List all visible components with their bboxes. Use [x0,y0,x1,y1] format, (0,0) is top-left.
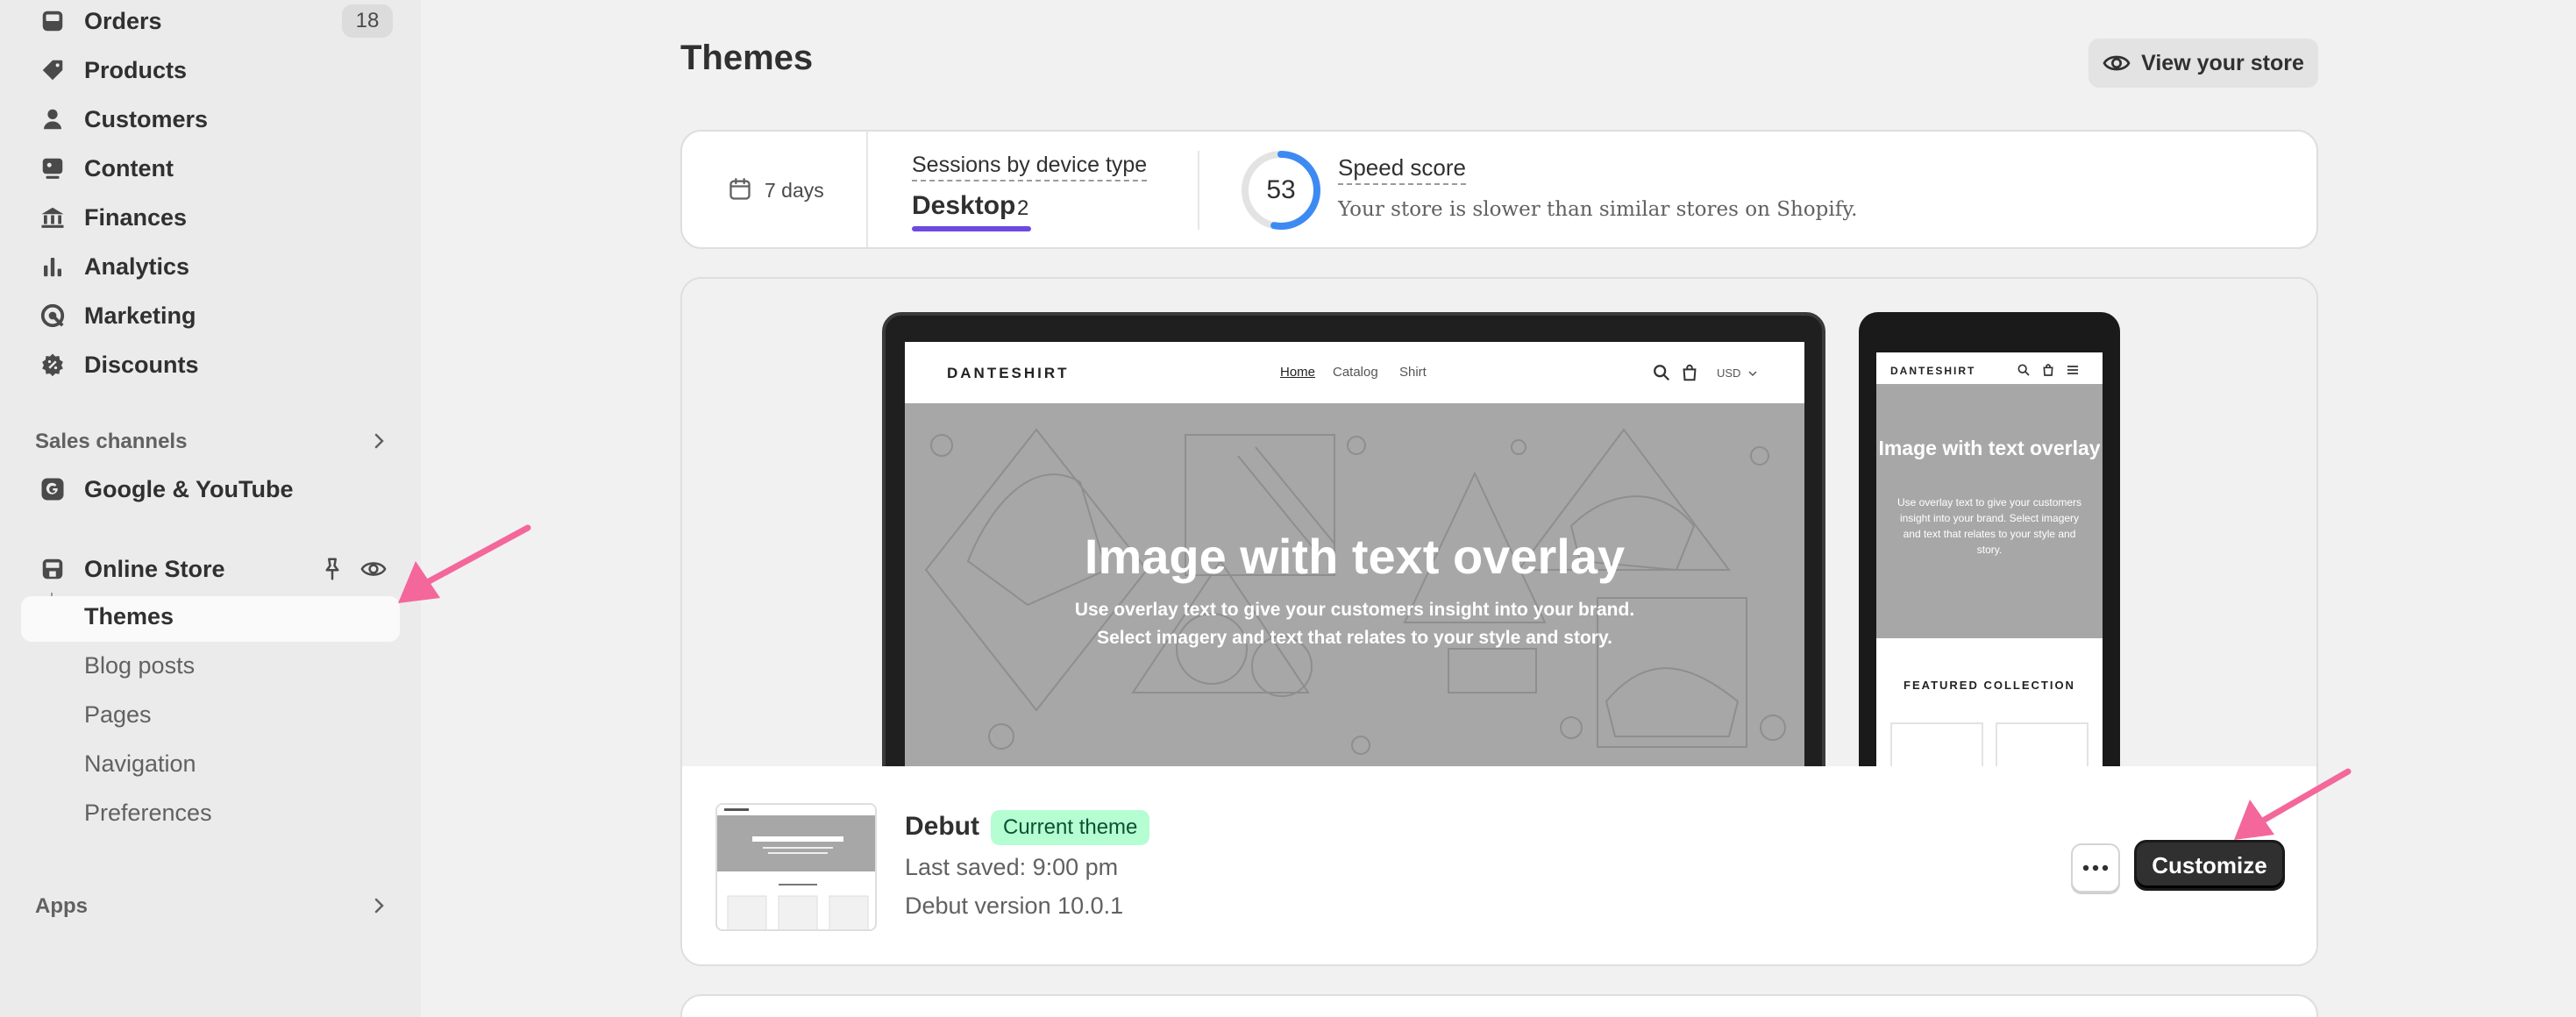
theme-card: DANTESHIRT Home Catalog Shirt USD Image … [680,277,2318,966]
annotation-arrow [2234,768,2352,840]
theme-last-saved: Last saved: 9:00 pm [905,854,1119,880]
divider [866,132,868,247]
preview-nav-shirt: Shirt [1399,365,1427,380]
featured-collection-title: FEATURED COLLECTION [1904,679,2075,692]
sidebar-sub-item-preferences[interactable]: Preferences [84,800,212,827]
theme-version: Debut version 10.0.1 [905,893,1124,919]
bar-chart-icon [39,252,67,281]
target-icon [39,302,67,330]
sidebar-sub-item-pages[interactable]: Pages [84,701,152,729]
mobile-preview-screen: DANTESHIRT Image with text overlay Use o… [1876,352,2103,791]
theme-thumbnail [715,803,877,931]
stats-card: 7 days Sessions by device type Desktop 2… [680,130,2318,249]
sidebar-sub-item-themes[interactable]: Themes [84,603,174,630]
preview-store-header: DANTESHIRT Home Catalog Shirt USD [905,342,1804,403]
theme-preview: DANTESHIRT Home Catalog Shirt USD Image … [682,279,2316,803]
apps-title[interactable]: Apps [35,894,88,919]
mobile-preview: DANTESHIRT Image with text overlay Use o… [1859,312,2120,803]
divider [1198,151,1199,230]
sidebar-item-orders[interactable]: Orders 18 [0,0,403,44]
sidebar-item-discounts[interactable]: Discounts [0,342,403,388]
menu-icon [2067,366,2078,374]
sidebar-item-label: Discounts [84,351,199,378]
chevron-right-icon[interactable] [368,895,389,916]
date-range-button[interactable]: 7 days [765,179,824,203]
store-icon [39,555,67,583]
mobile-hero-title: Image with text overlay [1878,437,2101,459]
tag-icon [39,56,67,84]
content-icon [39,154,67,182]
preview-hero: Image with text overlay Use overlay text… [905,403,1804,780]
search-icon [1654,365,1670,381]
sidebar-item-label: Finances [84,203,188,231]
annotation-arrow [398,524,531,603]
desktop-preview-screen: DANTESHIRT Home Catalog Shirt USD Image … [905,342,1804,780]
hero-title: Image with text overlay [1084,529,1626,584]
theme-info: Debut Current theme Last saved: 9:00 pm … [682,766,2316,964]
sidebar-sub-item-navigation[interactable]: Navigation [84,750,196,778]
sidebar-item-content[interactable]: Content [0,146,403,191]
sidebar-sub-item-blog-posts[interactable]: Blog posts [84,652,195,679]
device-type: Desktop [912,191,1016,220]
sidebar-item-marketing[interactable]: Marketing [0,293,403,338]
eye-icon [2103,55,2131,71]
eye-icon[interactable] [359,556,388,582]
sidebar-item-label: Online Store [84,555,225,582]
speed-score-description: Your store is slower than similar stores… [1338,198,1858,221]
sidebar-item-finances[interactable]: Finances [0,195,403,240]
sidebar-item-label: Customers [84,105,209,132]
chevron-down-icon [1748,371,1757,377]
sidebar-item-label: Products [84,56,188,83]
orders-count-badge: 18 [342,4,393,38]
preview-nav-catalog: Catalog [1333,365,1378,380]
sidebar-item-label: Orders [84,7,162,34]
theme-name: Debut [905,812,979,841]
cart-icon [1683,364,1697,381]
bank-icon [39,203,67,231]
sidebar-item-analytics[interactable]: Analytics [0,244,403,289]
more-actions-button[interactable] [2071,843,2120,893]
view-store-label: View your store [2141,50,2304,75]
mobile-preview-brand: DANTESHIRT [1890,365,1976,377]
sidebar-item-label: Google & YouTube [84,475,294,502]
sidebar: Orders 18 Products Customers Content Fin… [0,0,421,1017]
mobile-hero: Image with text overlay Use overlay text… [1876,384,2103,638]
sessions-label[interactable]: Sessions by device type [912,153,1148,181]
current-theme-badge: Current theme [991,810,1150,845]
mobile-hero-subtitle: Use overlay text to give your customers … [1896,496,2082,556]
view-store-button[interactable]: View your store [2089,39,2318,88]
pin-icon[interactable] [319,556,345,582]
desktop-preview: DANTESHIRT Home Catalog Shirt USD Image … [882,312,1825,803]
chevron-right-icon[interactable] [368,430,389,452]
ellipsis-icon [2082,864,2109,871]
speed-score-label[interactable]: Speed score [1338,154,1466,185]
device-underline [912,226,1031,231]
search-icon [2017,364,2030,376]
page-title: Themes [680,39,814,77]
preview-nav-home: Home [1280,365,1316,380]
sidebar-item-label: Marketing [84,302,196,329]
google-icon [39,475,67,503]
cart-icon [2043,364,2053,376]
hero-subtitle-line1: Use overlay text to give your customers … [1074,600,1635,620]
next-card [680,994,2318,1017]
preview-currency: USD [1717,366,1741,380]
sales-channels-title[interactable]: Sales channels [35,430,187,454]
sidebar-item-products[interactable]: Products [0,47,403,93]
discount-icon [39,351,67,379]
sidebar-item-google-youtube[interactable]: Google & YouTube [0,466,403,512]
sidebar-item-label: Content [84,154,174,181]
hero-illustration [924,428,1786,755]
orders-icon [39,7,67,35]
preview-brand: DANTESHIRT [947,365,1070,381]
hero-subtitle-line2: Select imagery and text that relates to … [1097,628,1612,648]
sidebar-item-label: Analytics [84,252,190,280]
calendar-icon[interactable] [728,177,752,202]
speed-score-value: 53 [1266,175,1296,204]
sidebar-item-customers[interactable]: Customers [0,96,403,142]
device-count: 2 [1017,196,1029,220]
sidebar-item-themes[interactable] [21,596,400,642]
person-icon [39,105,67,133]
